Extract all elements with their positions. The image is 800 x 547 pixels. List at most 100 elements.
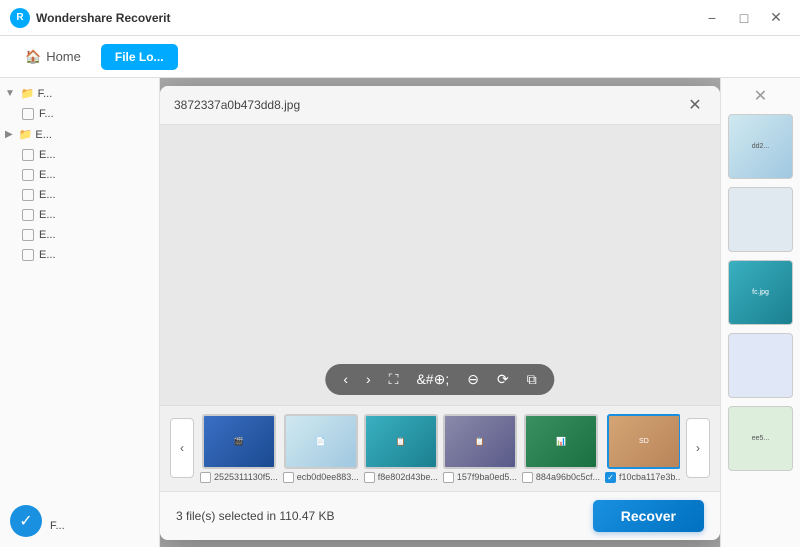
zoom-in-button[interactable]: &#⊕; xyxy=(412,369,453,390)
right-thumb-5[interactable]: ee5... xyxy=(728,406,793,471)
thumb-item-5: 📊 884a96b0c5cf... xyxy=(522,414,600,483)
zoom-out-button[interactable]: ⊖ xyxy=(463,369,483,390)
strip-thumbs: 🎬 2525311130f5... 📄 xyxy=(200,414,680,483)
thumb-checkbox-5[interactable] xyxy=(522,472,533,483)
main-layout: ▼ 📁 F... F... ▶ 📁 E... E... E... E... xyxy=(0,78,800,547)
sidebar-item-2[interactable]: E... xyxy=(0,145,159,165)
thumb-checkbox-6[interactable]: ✓ xyxy=(605,472,616,483)
thumb-label-5: 884a96b0c5cf... xyxy=(536,472,600,482)
recover-button[interactable]: Recover xyxy=(593,500,704,532)
preview-modal: 3872337a0b473dd8.jpg ✕ V30 xyxy=(160,86,720,540)
sidebar-item-label-7: E... xyxy=(39,209,56,221)
sidebar-item-4[interactable]: E... xyxy=(0,185,159,205)
restore-button[interactable]: □ xyxy=(730,7,758,29)
sidebar-item-1[interactable]: F... xyxy=(0,104,159,124)
sidebar-item-label-2: F... xyxy=(39,108,54,120)
sidebar-group-1[interactable]: ▼ 📁 F... xyxy=(0,83,159,104)
sidebar-checkbox-7[interactable] xyxy=(22,209,34,221)
status-check-icon: ✓ xyxy=(10,505,42,537)
modal-title-bar: 3872337a0b473dd8.jpg ✕ xyxy=(160,86,720,125)
right-thumb-label-5: ee5... xyxy=(752,435,770,442)
folder-icon-2: 📁 xyxy=(19,128,33,141)
file-location-button[interactable]: File Lo... xyxy=(101,44,178,70)
sidebar: ▼ 📁 F... F... ▶ 📁 E... E... E... E... xyxy=(0,78,160,547)
right-thumb-2[interactable] xyxy=(728,187,793,252)
sidebar-item-label-8: E... xyxy=(39,229,56,241)
sidebar-item-5[interactable]: E... xyxy=(0,205,159,225)
sidebar-item-label-1: F... xyxy=(38,88,53,100)
thumb-image-5[interactable]: 📊 xyxy=(524,414,598,469)
thumb-item-2: 📄 ecb0d0ee883... xyxy=(283,414,359,483)
minimize-button[interactable]: − xyxy=(698,7,726,29)
thumb-label-1: 2525311130f5... xyxy=(214,472,278,482)
thumb-label-4: 157f9ba0ed5... xyxy=(457,472,517,482)
sidebar-checkbox-5[interactable] xyxy=(22,169,34,181)
thumb-checkbox-3[interactable] xyxy=(364,472,375,483)
sidebar-checkbox-6[interactable] xyxy=(22,189,34,201)
thumb-image-6[interactable]: SD xyxy=(607,414,680,469)
thumb-label-3: f8e802d43be... xyxy=(378,472,438,482)
sidebar-checkbox-4[interactable] xyxy=(22,149,34,161)
sidebar-item-label-3: E... xyxy=(35,129,52,141)
app-icon: R xyxy=(10,8,30,28)
thumb-checkbox-row-4: 157f9ba0ed5... xyxy=(443,472,517,483)
app-name: Wondershare Recoverit xyxy=(36,11,171,25)
close-window-button[interactable]: ✕ xyxy=(762,7,790,29)
content-area: 3872337a0b473dd8.jpg ✕ V30 xyxy=(160,78,720,547)
modal-preview-area: V30 94 MB/s SD XC 128GB xyxy=(160,125,720,405)
status-text: F... xyxy=(50,520,65,532)
sidebar-item-label-4: E... xyxy=(39,149,56,161)
home-label: Home xyxy=(46,49,81,64)
thumb-checkbox-row-1: 2525311130f5... xyxy=(200,472,278,483)
prev-image-button[interactable]: ‹ xyxy=(339,369,352,389)
strip-next-button[interactable]: › xyxy=(686,418,710,478)
strip-prev-button[interactable]: ‹ xyxy=(170,418,194,478)
thumb-image-1[interactable]: 🎬 xyxy=(202,414,276,469)
sidebar-checkbox-2[interactable] xyxy=(22,108,34,120)
expand-arrow-icon: ▼ xyxy=(5,88,15,99)
thumb-label-2: ecb0d0ee883... xyxy=(297,472,359,482)
thumb-image-3[interactable]: 📋 xyxy=(364,414,438,469)
sidebar-item-label-5: E... xyxy=(39,169,56,181)
thumb-checkbox-4[interactable] xyxy=(443,472,454,483)
thumb-checkbox-row-6: ✓ f10cba117e3b... xyxy=(605,472,680,483)
modal-overlay: 3872337a0b473dd8.jpg ✕ V30 xyxy=(160,78,720,547)
thumb-checkbox-2[interactable] xyxy=(283,472,294,483)
right-thumb-4[interactable] xyxy=(728,333,793,398)
folder-icon-1: 📁 xyxy=(21,87,35,100)
sidebar-checkbox-8[interactable] xyxy=(22,229,34,241)
sidebar-item-6[interactable]: E... xyxy=(0,225,159,245)
right-panel-close-button[interactable]: ✕ xyxy=(728,86,793,106)
sidebar-item-3[interactable]: E... xyxy=(0,165,159,185)
sidebar-item-label-6: E... xyxy=(39,189,56,201)
thumb-item-6: SD ✓ f10cba117e3b... xyxy=(605,414,680,483)
rotate-button[interactable]: ⟳ xyxy=(493,369,513,390)
thumb-image-2[interactable]: 📄 xyxy=(284,414,358,469)
home-nav-button[interactable]: 🏠 Home xyxy=(15,44,91,70)
copy-button[interactable]: ⧉ xyxy=(523,369,541,390)
thumb-item-1: 🎬 2525311130f5... xyxy=(200,414,278,483)
expand-arrow-icon-2: ▶ xyxy=(5,129,13,140)
right-thumb-label-3: fc.jpg xyxy=(752,289,769,296)
sidebar-checkbox-9[interactable] xyxy=(22,249,34,261)
next-image-button[interactable]: › xyxy=(362,369,375,389)
right-thumb-label-1: dd2... xyxy=(752,143,770,150)
thumb-image-4[interactable]: 📋 xyxy=(443,414,517,469)
right-thumb-3[interactable]: fc.jpg xyxy=(728,260,793,325)
sidebar-item-label-9: E... xyxy=(39,249,56,261)
modal-close-button[interactable]: ✕ xyxy=(684,94,706,116)
thumb-checkbox-row-3: f8e802d43be... xyxy=(364,472,438,483)
sidebar-item-7[interactable]: E... xyxy=(0,245,159,265)
right-thumb-1[interactable]: dd2... xyxy=(728,114,793,179)
thumb-checkbox-row-2: ecb0d0ee883... xyxy=(283,472,359,483)
thumb-checkbox-row-5: 884a96b0c5cf... xyxy=(522,472,600,483)
window-controls: − □ ✕ xyxy=(698,7,790,29)
sidebar-group-2[interactable]: ▶ 📁 E... xyxy=(0,124,159,145)
thumb-item-4: 📋 157f9ba0ed5... xyxy=(443,414,517,483)
modal-bottom-bar: 3 file(s) selected in 110.47 KB Recover xyxy=(160,491,720,540)
thumb-checkbox-1[interactable] xyxy=(200,472,211,483)
home-icon: 🏠 xyxy=(25,49,41,65)
thumb-label-6: f10cba117e3b... xyxy=(619,472,680,482)
fullscreen-button[interactable]: ⛶ xyxy=(385,369,403,390)
modal-filename: 3872337a0b473dd8.jpg xyxy=(174,98,300,112)
